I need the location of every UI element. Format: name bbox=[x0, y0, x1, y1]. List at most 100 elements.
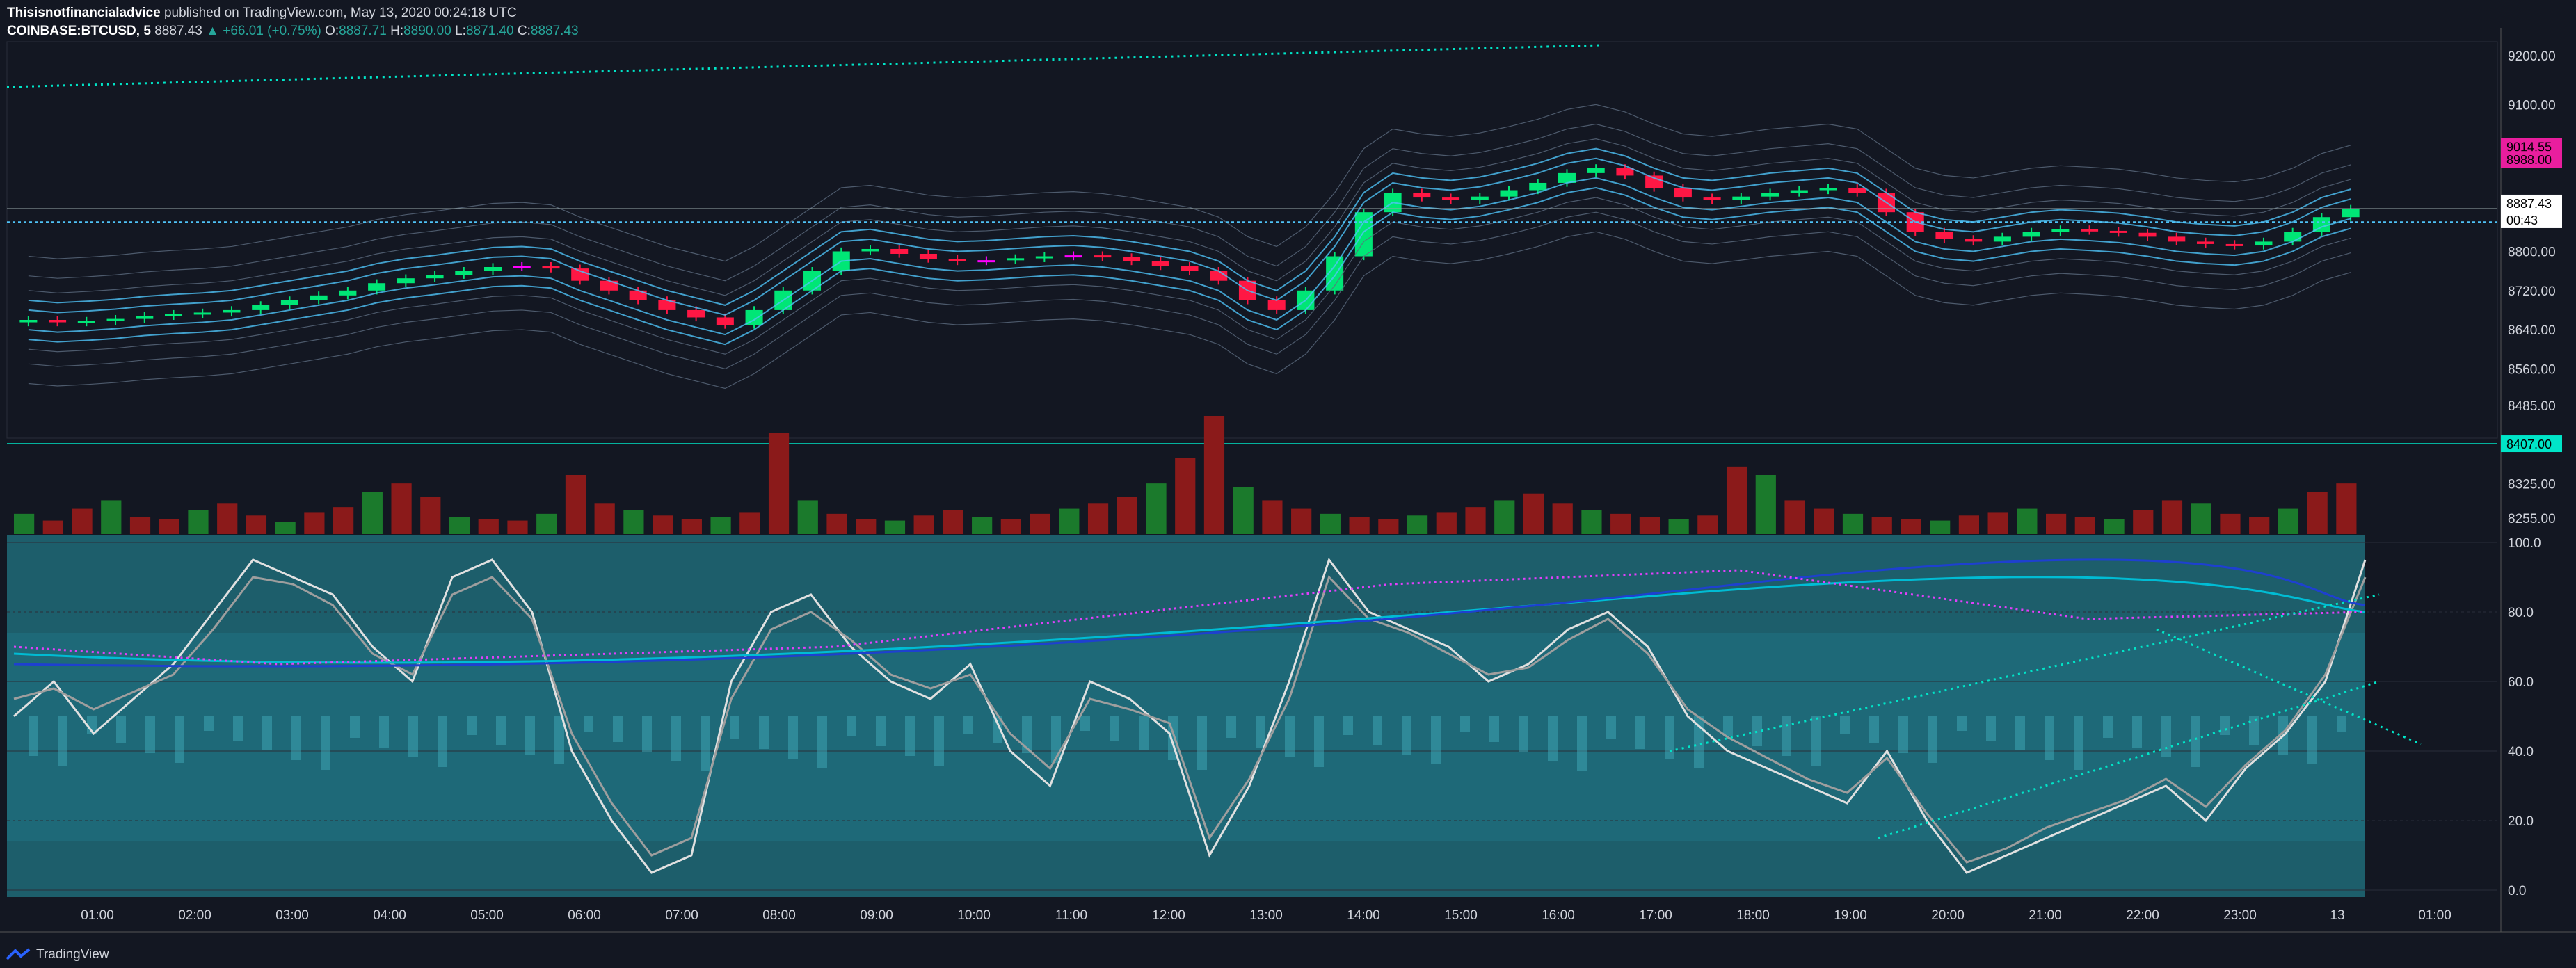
volume-bar bbox=[623, 510, 644, 534]
volume-bar bbox=[1262, 500, 1283, 534]
osc-histogram-bar bbox=[1898, 716, 1908, 753]
osc-histogram-bar bbox=[2220, 716, 2230, 735]
time-tick-label: 05:00 bbox=[470, 908, 504, 923]
osc-histogram-bar bbox=[1665, 716, 1674, 759]
time-tick-label: 01:00 bbox=[81, 908, 114, 923]
candle-body bbox=[716, 317, 734, 325]
osc-histogram-bar bbox=[1811, 716, 1821, 766]
band-lower-line bbox=[28, 197, 2351, 355]
candle-body bbox=[2196, 241, 2215, 244]
time-tick-label: 20:00 bbox=[1931, 908, 1965, 923]
time-tick-label: 23:00 bbox=[2223, 908, 2257, 923]
volume-bar bbox=[536, 513, 557, 534]
osc-tick-label: 80.0 bbox=[2508, 606, 2534, 620]
candle-body bbox=[2138, 232, 2157, 237]
osc-histogram-bar bbox=[467, 716, 477, 735]
volume-bar bbox=[72, 508, 93, 534]
volume-bar bbox=[1697, 515, 1718, 534]
osc-histogram-bar bbox=[642, 716, 652, 752]
volume-bar bbox=[856, 519, 877, 534]
volume-bar bbox=[594, 503, 615, 534]
osc-histogram-bar bbox=[2161, 716, 2171, 757]
candle-body bbox=[2284, 232, 2302, 242]
osc-histogram-bar bbox=[2249, 716, 2259, 745]
osc-histogram-bar bbox=[1285, 716, 1295, 757]
time-tick-label: 03:00 bbox=[275, 908, 309, 923]
footer-brand[interactable]: TradingView bbox=[6, 947, 109, 962]
osc-histogram-bar bbox=[291, 716, 301, 760]
time-tick-label: 12:00 bbox=[1152, 908, 1185, 923]
volume-bar bbox=[768, 433, 790, 534]
volume-bar bbox=[1407, 515, 1428, 534]
osc-histogram-bar bbox=[262, 716, 272, 750]
osc-histogram-bar bbox=[2307, 716, 2317, 764]
candle-body bbox=[193, 312, 211, 315]
volume-bar bbox=[1814, 508, 1834, 534]
candle-body bbox=[2225, 243, 2243, 246]
volume-bar bbox=[739, 512, 760, 534]
osc-histogram-bar bbox=[525, 716, 535, 755]
osc-histogram-bar bbox=[1986, 716, 1996, 741]
osc-histogram-bar bbox=[1431, 716, 1441, 764]
osc-histogram-bar bbox=[1782, 716, 1791, 756]
candle-body bbox=[2255, 241, 2273, 246]
price-tick-label: 9100.00 bbox=[2508, 98, 2556, 113]
volume-bar bbox=[449, 517, 470, 534]
candle-body bbox=[1035, 256, 1053, 259]
trendline-dotted bbox=[6, 44, 1601, 88]
chart-canvas[interactable]: 9200.00 9100.00 8800.00 8720.00 8640.00 8560.… bbox=[0, 0, 2576, 968]
candle-body bbox=[484, 267, 502, 271]
volume-bar bbox=[2278, 508, 2299, 534]
candle-body bbox=[2168, 236, 2186, 242]
candle-body bbox=[1935, 232, 1953, 239]
candle-body bbox=[1616, 168, 1634, 176]
candle-body bbox=[1500, 190, 1518, 197]
osc-histogram-bar bbox=[1606, 716, 1616, 739]
time-tick-label: 18:00 bbox=[1736, 908, 1770, 923]
time-tick-label: 16:00 bbox=[1542, 908, 1575, 923]
osc-tick-label: 0.0 bbox=[2508, 884, 2526, 898]
volume-bar bbox=[1175, 458, 1196, 534]
candle-body bbox=[223, 309, 241, 313]
osc-histogram-bar bbox=[2045, 716, 2054, 760]
volume-bar bbox=[565, 475, 586, 534]
price-tag-label: 8887.43 bbox=[2506, 197, 2552, 211]
time-tick-label: 17:00 bbox=[1639, 908, 1672, 923]
oscillator-band bbox=[7, 633, 2365, 841]
osc-histogram-bar bbox=[1256, 716, 1265, 748]
candle-body bbox=[164, 314, 183, 316]
volume-bar bbox=[1901, 519, 1921, 534]
volume-bar bbox=[2017, 508, 2038, 534]
time-tick-label: 07:00 bbox=[665, 908, 698, 923]
osc-histogram-bar bbox=[1928, 716, 1937, 763]
candle-body bbox=[1993, 236, 2011, 242]
osc-tick-label: 20.0 bbox=[2508, 814, 2534, 829]
volume-bar bbox=[217, 503, 238, 534]
price-tick-label: 8800.00 bbox=[2508, 245, 2556, 259]
time-tick-label: 08:00 bbox=[762, 908, 796, 923]
time-tick-label: 02:00 bbox=[178, 908, 211, 923]
volume-bar bbox=[1000, 519, 1021, 534]
candle-body bbox=[1674, 188, 1692, 198]
candle-body bbox=[2051, 229, 2070, 232]
candle-body bbox=[1413, 193, 1431, 198]
candle-body bbox=[339, 290, 357, 296]
osc-histogram-bar bbox=[759, 716, 769, 749]
candle-body bbox=[1354, 212, 1373, 257]
volume-bar bbox=[42, 520, 63, 534]
volume-bar bbox=[797, 500, 818, 534]
time-tick-label: 06:00 bbox=[568, 908, 601, 923]
osc-histogram-bar bbox=[584, 716, 593, 732]
candle-body bbox=[1151, 261, 1169, 266]
osc-histogram-bar bbox=[1519, 716, 1528, 752]
osc-histogram-bar bbox=[1489, 716, 1499, 742]
osc-histogram-bar bbox=[1373, 716, 1382, 745]
volume-bar bbox=[1668, 519, 1689, 534]
volume-bar bbox=[1610, 513, 1631, 534]
volume-bar bbox=[1784, 500, 1805, 534]
band-lower-line bbox=[28, 231, 2351, 389]
candle-body bbox=[77, 321, 95, 323]
osc-histogram-bar bbox=[1139, 716, 1149, 750]
volume-bar bbox=[1320, 513, 1341, 534]
volume-bar bbox=[188, 510, 209, 534]
